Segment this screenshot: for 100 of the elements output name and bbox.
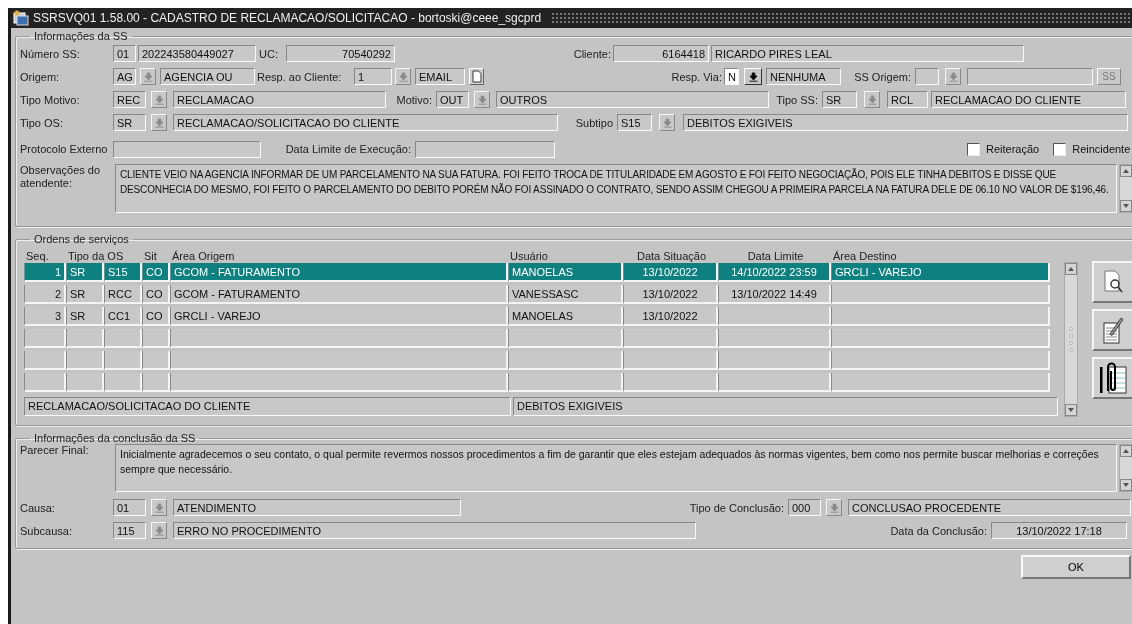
text-field[interactable]: OUTROS: [496, 91, 769, 108]
text-field[interactable]: S15: [617, 114, 652, 131]
text-field[interactable]: CONCLUSAO PROCEDENTE: [848, 499, 1131, 516]
arrow-down-icon: [154, 94, 164, 105]
field-label: Subtipo: [574, 116, 614, 129]
text-field[interactable]: RECLAMACAO DO CLIENTE: [931, 91, 1126, 108]
table-cell: CO: [142, 307, 170, 326]
paperclip-icon: [1098, 361, 1128, 395]
column-header: Data Situação: [635, 250, 708, 262]
field-label: Data da Conclusão:: [889, 524, 988, 537]
text-field[interactable]: EMAIL: [415, 68, 465, 85]
scroll-up-icon[interactable]: [1120, 445, 1132, 457]
table-cell: S15: [104, 263, 142, 282]
table-cell: 13/10/2022: [623, 285, 718, 304]
text-field[interactable]: 000: [788, 499, 821, 516]
text-field[interactable]: 01: [113, 45, 136, 62]
table-cell: 14/10/2022 23:59: [718, 263, 831, 282]
text-field[interactable]: [967, 68, 1093, 85]
text-field[interactable]: 202243580449027: [138, 45, 256, 62]
scroll-grip-icon[interactable]: [1067, 324, 1075, 355]
arrow-down-icon: [662, 117, 672, 128]
text-field[interactable]: [915, 68, 939, 85]
scroll-down-icon[interactable]: [1065, 404, 1077, 416]
text-field[interactable]: [415, 140, 555, 158]
checkbox[interactable]: Reiteração: [967, 142, 1040, 156]
arrow-down-icon: [867, 94, 877, 105]
text-field[interactable]: NENHUMA: [766, 68, 841, 85]
scrollbar[interactable]: [1064, 262, 1078, 417]
section-title: Informações da conclusão da SS: [33, 432, 197, 444]
document-icon: [471, 70, 482, 83]
scrollbar[interactable]: [1119, 444, 1132, 492]
table-row[interactable]: 1 SR S15 CO GCOM - FATURAMENTO MANOELAS 13/10/2022 14/10/2022 23:59 GRCLI - VAREJO: [24, 263, 1060, 284]
text-field[interactable]: REC: [113, 91, 146, 108]
field-label: Resp. Via:: [670, 70, 723, 83]
field-label: Motivo:: [395, 93, 433, 106]
field-label: Subcausa:: [20, 524, 73, 537]
column-header: Sit: [143, 250, 158, 262]
table-cell: [104, 373, 142, 392]
scroll-down-icon[interactable]: [1120, 479, 1132, 491]
text-field[interactable]: RCL: [887, 91, 928, 108]
table-cell: [66, 329, 104, 348]
field-label: Observações do atendente:: [20, 164, 102, 190]
ok-button[interactable]: OK: [1021, 555, 1131, 579]
text-field[interactable]: AG: [113, 68, 136, 85]
table-cell: [104, 329, 142, 348]
table-row[interactable]: 3 SR CC1 CO GRCLI - VAREJO MANOELAS 13/10/2022: [24, 307, 1060, 328]
section-title: Ordens de serviços: [33, 233, 130, 245]
document-magnifier-icon: [1102, 269, 1124, 295]
text-field[interactable]: 01: [113, 499, 146, 516]
text-field[interactable]: 6164418: [613, 45, 709, 62]
table-cell: [142, 351, 170, 370]
field-label: Origem:: [20, 70, 61, 83]
scrollbar[interactable]: [1119, 164, 1132, 213]
text-field[interactable]: AGENCIA OU: [160, 68, 255, 85]
document-button[interactable]: [469, 68, 484, 85]
table-cell: CC1: [104, 307, 142, 326]
text-field[interactable]: DEBITOS EXIGIVEIS: [513, 397, 1058, 416]
text-field[interactable]: OUT: [436, 91, 469, 108]
scroll-up-icon[interactable]: [1120, 165, 1132, 177]
field-label: Tipo OS:: [20, 116, 64, 129]
arrow-down-icon: [154, 502, 164, 513]
checkbox[interactable]: Reincidente: [1053, 142, 1131, 156]
checkbox-box[interactable]: [967, 142, 980, 156]
preview-button[interactable]: [1092, 261, 1132, 303]
checkbox-box[interactable]: [1053, 142, 1067, 156]
text-field[interactable]: 13/10/2022 17:18: [991, 522, 1127, 539]
text-field[interactable]: 115: [113, 522, 146, 539]
field-label: Parecer Final:: [20, 444, 90, 456]
edit-note-button[interactable]: [1092, 309, 1132, 351]
table-cell: MANOELAS: [508, 307, 623, 326]
scroll-down-icon[interactable]: [1120, 200, 1132, 212]
table-cell: SR: [66, 263, 104, 282]
text-field[interactable]: DEBITOS EXIGIVEIS: [683, 114, 1128, 131]
text-field[interactable]: SR: [113, 114, 146, 131]
text-area[interactable]: Inicialmente agradecemos o seu contato, o qual permite revermos nossos procedimentos a fim de garantir que eles estejam adequados às normas vigentes, bem como nos permite buscar melhorias e correções sempre que necessário.: [115, 444, 1117, 492]
table-cell: GCOM - FATURAMENTO: [170, 263, 508, 282]
field-label: Resp. ao Cliente:: [257, 70, 343, 83]
field-label: Cliente:: [572, 47, 612, 60]
attachment-button[interactable]: [1092, 357, 1132, 399]
text-field[interactable]: RECLAMACAO: [173, 91, 386, 108]
table-cell: CO: [142, 285, 170, 304]
arrow-down-icon: [477, 94, 487, 105]
text-field[interactable]: RICARDO PIRES LEAL: [711, 45, 1024, 62]
text-field[interactable]: 70540292: [286, 45, 395, 62]
field-label: Protocolo Externo: [20, 142, 109, 156]
text-field[interactable]: SR: [822, 91, 857, 108]
text-field[interactable]: 1: [354, 68, 392, 85]
table-row[interactable]: 2 SR RCC CO GCOM - FATURAMENTO VANESSASC 13/10/2022 13/10/2022 14:49: [24, 285, 1060, 306]
table-cell: GRCLI - VAREJO: [170, 307, 508, 326]
text-field[interactable]: RECLAMACAO/SOLICITACAO DO CLIENTE: [173, 114, 558, 131]
arrow-down-icon: [829, 502, 839, 513]
text-field[interactable]: [113, 140, 261, 158]
text-field[interactable]: N: [724, 68, 739, 85]
text-field[interactable]: ERRO NO PROCEDIMENTO: [173, 522, 696, 539]
scroll-up-icon[interactable]: [1065, 263, 1077, 275]
column-header: Usuário: [509, 250, 549, 262]
text-field[interactable]: ATENDIMENTO: [173, 499, 461, 516]
column-header: Área Destino: [832, 250, 898, 262]
text-field[interactable]: RECLAMACAO/SOLICITACAO DO CLIENTE: [24, 397, 511, 416]
text-area[interactable]: CLIENTE VEIO NA AGENCIA INFORMAR DE UM PARCELAMENTO NA SUA FATURA. FOI FEITO TROCA DE TITULARIDADE EM AGOSTO E FOI FEITO NEGOCIAÇÃO, POIS ELE TINHA DEBITOS E DISSE QUE DESCONHECIA DO MESMO, FOI FEITO O PARCELAMENTO DO DEBITO PORÉM NÃO FOI ASSINADO O CONTRATO, SENDO ASSIM CHEGOU A PRIMEIRA PARCELA NA FATURA DELE DE 06.10 NO VALOR DE $196,46.: [115, 164, 1117, 213]
